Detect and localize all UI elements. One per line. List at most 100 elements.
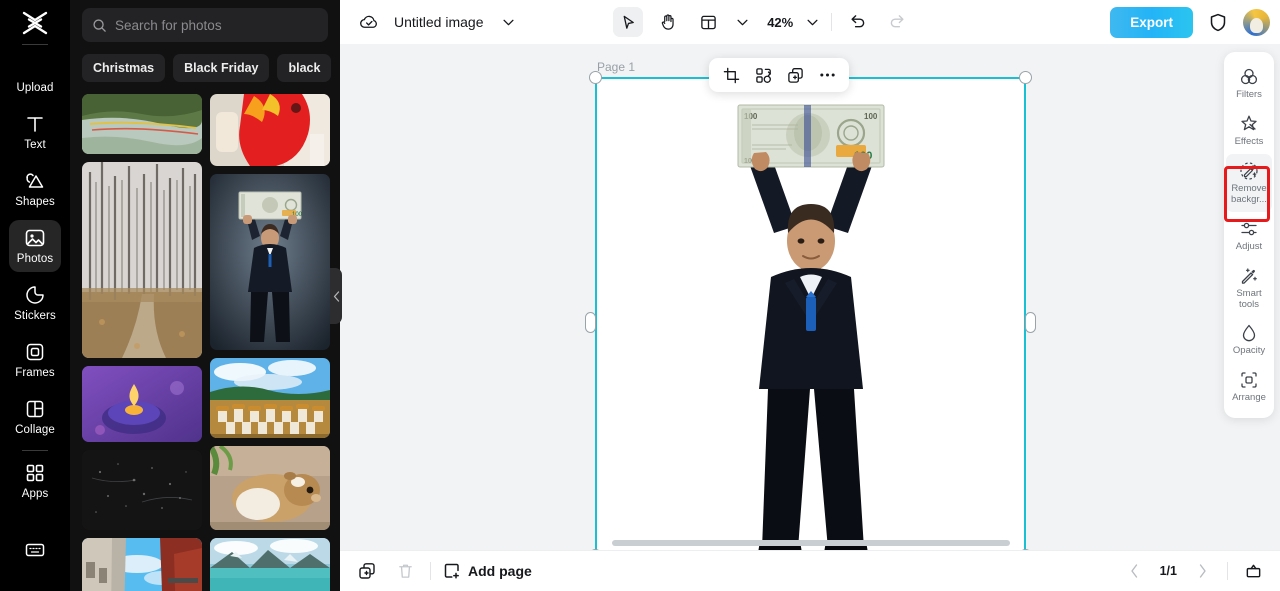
- stickers-icon: [25, 283, 45, 307]
- tool-filters[interactable]: Filters: [1226, 60, 1272, 107]
- zoom-dropdown-caret[interactable]: [803, 7, 821, 37]
- chip-black[interactable]: black: [277, 54, 332, 82]
- photo-thumb-bhutan-stupas-hillside[interactable]: [210, 358, 330, 438]
- more-options-button[interactable]: [813, 61, 841, 89]
- tool-label: Arrange: [1232, 392, 1266, 404]
- search-input[interactable]: Search for photos: [82, 8, 328, 42]
- duplicate-page-icon: [359, 563, 375, 579]
- cloud-saved-icon[interactable]: [354, 7, 384, 37]
- photos-icon: [24, 226, 46, 250]
- photo-grid-column-right: 100: [210, 94, 330, 591]
- layout-dropdown-caret[interactable]: [733, 7, 751, 37]
- present-button[interactable]: [1240, 558, 1266, 584]
- tool-label: Filters: [1236, 89, 1262, 100]
- hand-tool-button[interactable]: [653, 7, 683, 37]
- tool-arrange[interactable]: Arrange: [1226, 363, 1272, 410]
- layout-tool-button[interactable]: [693, 7, 723, 37]
- canvas-stage: Page 1 100: [340, 44, 1280, 562]
- app-root: Upload Text Shapes Photos Stickers Frame…: [0, 0, 1280, 591]
- sidebar-item-label: Collage: [15, 424, 55, 437]
- duplicate-icon: [787, 67, 803, 83]
- export-button[interactable]: Export: [1110, 6, 1193, 38]
- chip-christmas[interactable]: Christmas: [82, 54, 166, 82]
- tool-effects[interactable]: Effects: [1226, 107, 1272, 154]
- sidebar-item-label: Shapes: [15, 196, 55, 209]
- bottom-toolbar: Add page 1/1: [340, 550, 1280, 591]
- sidebar-item-stickers[interactable]: Stickers: [9, 277, 61, 329]
- sidebar-item-label: Stickers: [14, 310, 56, 323]
- effects-icon: [1241, 115, 1257, 131]
- tool-adjust[interactable]: Adjust: [1226, 212, 1272, 259]
- photo-thumb-candle-in-purple-glass[interactable]: [82, 366, 202, 442]
- page-indicator: 1/1: [1159, 564, 1177, 578]
- resize-handle-right[interactable]: [1025, 311, 1036, 333]
- photo-grid: 100: [82, 94, 330, 591]
- rail-divider-bottom: [22, 450, 48, 451]
- next-page-button[interactable]: [1189, 558, 1215, 584]
- chevron-down-icon: [807, 19, 818, 25]
- trash-icon: [398, 564, 412, 578]
- search-icon: [93, 18, 106, 32]
- collage-icon: [25, 397, 45, 421]
- sidebar-item-shapes[interactable]: Shapes: [9, 163, 61, 215]
- sidebar-item-keyboard[interactable]: [9, 524, 61, 576]
- ellipsis-icon: [819, 73, 835, 77]
- selection-box: [585, 71, 1036, 562]
- sidebar-item-photos[interactable]: Photos: [9, 220, 61, 272]
- chevron-down-icon: [503, 19, 514, 25]
- tool-label: Smart tools: [1236, 287, 1262, 310]
- document-title[interactable]: Untitled image: [394, 14, 484, 30]
- photo-thumb-foggy-birch-forest-path[interactable]: [82, 162, 202, 358]
- photo-thumb-blue-sky-city-street[interactable]: [82, 538, 202, 591]
- tool-label: Adjust: [1235, 240, 1263, 252]
- rail-divider-top: [22, 44, 48, 45]
- resize-handle-top-right[interactable]: [1019, 71, 1032, 84]
- sidebar-item-label: Upload: [16, 82, 54, 95]
- adjust-icon: [1241, 222, 1257, 235]
- add-page-button[interactable]: Add page: [443, 562, 532, 580]
- toolbar-divider: [831, 13, 833, 31]
- select-tool-button[interactable]: [613, 7, 644, 37]
- add-page-label: Add page: [468, 563, 532, 579]
- shield-icon[interactable]: [1203, 7, 1233, 37]
- avatar-figure: [1250, 18, 1263, 33]
- right-sidebar: Filters Effects Remove backgr... Adjust …: [1224, 52, 1274, 419]
- photo-thumb-dark-grunge-texture[interactable]: [82, 450, 202, 530]
- chip-black-friday[interactable]: Black Friday: [173, 54, 270, 82]
- resize-handle-top-left[interactable]: [589, 71, 602, 84]
- tool-smart-tools[interactable]: Smart tools: [1226, 259, 1272, 317]
- prev-page-button[interactable]: [1122, 558, 1148, 584]
- sidebar-item-collage[interactable]: Collage: [9, 391, 61, 443]
- sidebar-item-label: Frames: [15, 367, 55, 380]
- photo-thumb-rope-bridge-river[interactable]: [82, 94, 202, 154]
- undo-button[interactable]: [842, 7, 872, 37]
- photo-grid-column-left: [82, 94, 202, 591]
- capcut-logo-icon[interactable]: [14, 6, 56, 40]
- sidebar-item-upload[interactable]: Upload: [9, 49, 61, 101]
- user-avatar[interactable]: [1243, 8, 1270, 36]
- tool-opacity[interactable]: Opacity: [1226, 316, 1272, 363]
- search-placeholder: Search for photos: [115, 17, 222, 33]
- photo-thumb-red-costume-dancer[interactable]: [210, 94, 330, 166]
- photo-thumb-mountain-lake-with-boat[interactable]: [210, 538, 330, 591]
- opacity-icon: [1242, 325, 1256, 342]
- duplicate-button[interactable]: [781, 61, 809, 89]
- sidebar-item-apps[interactable]: Apps: [9, 455, 61, 507]
- photo-thumb-guinea-pig-on-sand[interactable]: [210, 446, 330, 530]
- search-suggestion-chips: Christmas Black Friday black: [82, 54, 332, 82]
- sidebar-item-frames[interactable]: Frames: [9, 334, 61, 386]
- redo-button[interactable]: [882, 7, 912, 37]
- tool-label: Effects: [1234, 135, 1264, 147]
- replace-button[interactable]: [749, 61, 777, 89]
- panel-collapse-handle[interactable]: [330, 268, 342, 324]
- tool-remove-background[interactable]: Remove backgr...: [1226, 153, 1272, 212]
- resize-handle-left[interactable]: [585, 311, 596, 333]
- sidebar-item-text[interactable]: Text: [9, 106, 61, 158]
- photo-thumb-man-holding-dollar-bill[interactable]: 100: [210, 174, 330, 350]
- zoom-level-value[interactable]: 42%: [767, 15, 793, 30]
- title-dropdown-caret[interactable]: [494, 7, 524, 37]
- delete-page-button[interactable]: [392, 558, 418, 584]
- crop-button[interactable]: [717, 61, 745, 89]
- canvas-horizontal-scrollbar[interactable]: [612, 540, 1010, 546]
- duplicate-page-button[interactable]: [354, 558, 380, 584]
